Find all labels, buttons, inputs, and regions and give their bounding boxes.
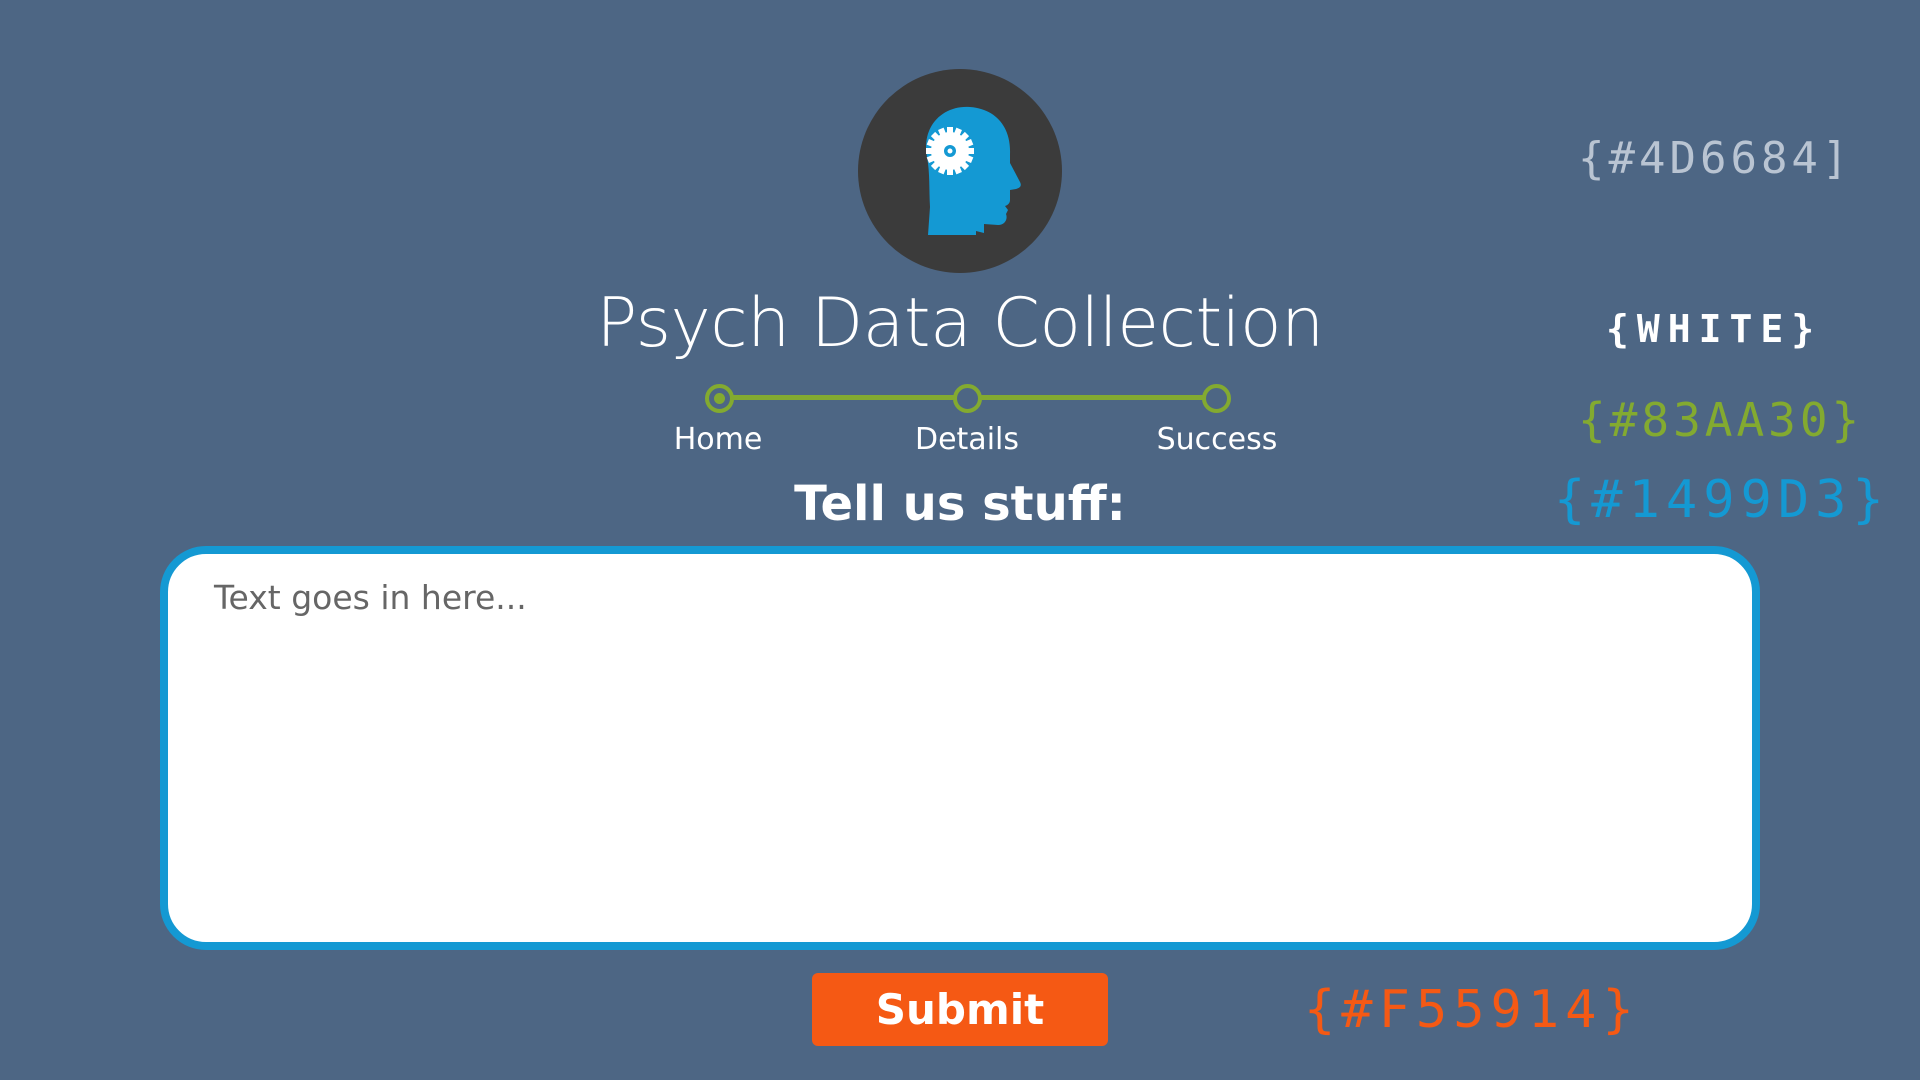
response-textarea[interactable] bbox=[160, 546, 1760, 950]
progress-connector bbox=[972, 395, 1216, 400]
step-details-label[interactable]: Details bbox=[867, 422, 1067, 458]
step-home-marker[interactable] bbox=[705, 384, 734, 413]
swatch-background-label: {#4D6684] bbox=[1578, 133, 1853, 184]
step-details-marker[interactable] bbox=[953, 384, 982, 413]
swatch-blue-label: {#1499D3} bbox=[1554, 470, 1890, 530]
swatch-white-label: {WHITE} bbox=[1606, 307, 1823, 351]
progress-connector bbox=[724, 395, 972, 400]
app-logo bbox=[858, 69, 1062, 273]
head-gear-icon bbox=[926, 106, 1021, 235]
swatch-green-label: {#83AA30} bbox=[1578, 393, 1864, 447]
step-success-label[interactable]: Success bbox=[1117, 422, 1317, 458]
step-success-marker[interactable] bbox=[1202, 384, 1231, 413]
submit-button[interactable]: Submit bbox=[812, 973, 1108, 1046]
swatch-orange-label: {#F55914} bbox=[1304, 980, 1640, 1040]
step-home-label[interactable]: Home bbox=[618, 422, 818, 458]
